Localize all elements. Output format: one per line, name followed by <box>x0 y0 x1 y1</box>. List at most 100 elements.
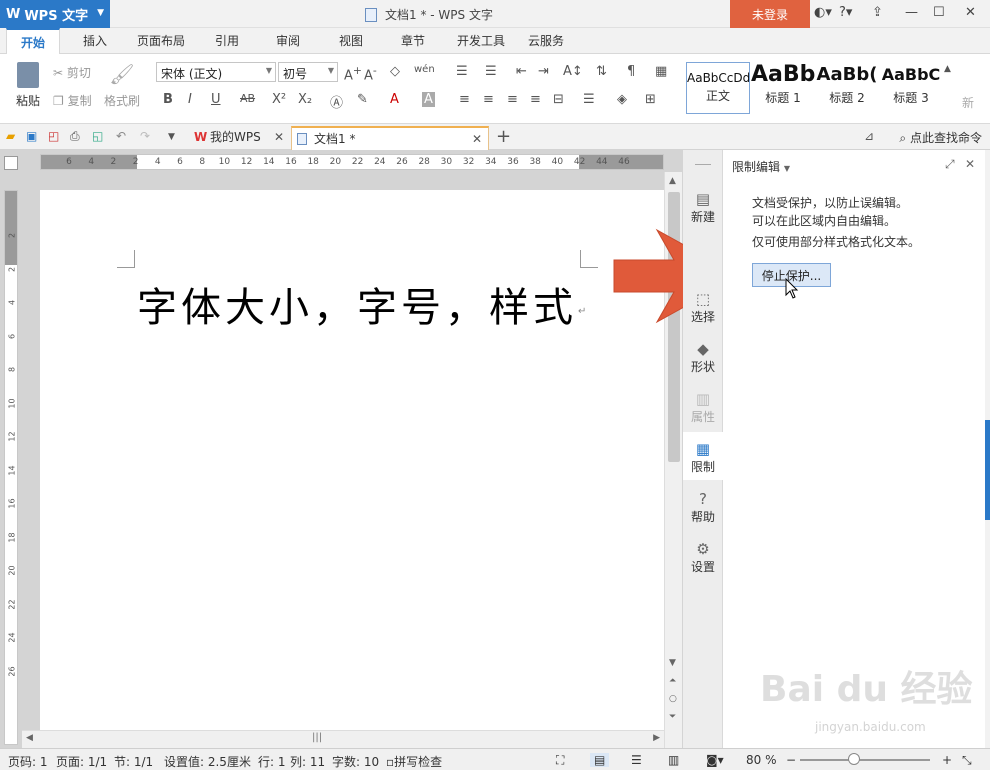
browse-object-icon[interactable]: ○ <box>669 694 677 704</box>
status-line[interactable]: 行: 1 <box>258 753 286 770</box>
sidebar-item-help[interactable]: ? 帮助 <box>683 490 723 525</box>
align-center-icon[interactable]: ≡ <box>483 92 494 107</box>
next-page-icon[interactable]: ⏷ <box>669 712 676 722</box>
style-heading-2[interactable]: AaBb( 标题 2 <box>815 62 879 114</box>
justify-icon[interactable]: ≡ <box>530 92 541 107</box>
grow-font-icon[interactable]: A+ <box>344 64 362 83</box>
format-painter-button[interactable]: 🖌 格式刷 <box>104 62 140 109</box>
status-section[interactable]: 节: 1/1 <box>114 753 153 770</box>
prev-page-icon[interactable]: ⏶ <box>669 676 676 686</box>
font-name-select[interactable]: 宋体 (正文) ▼ <box>156 62 276 82</box>
table-icon[interactable]: ▦ <box>655 64 667 79</box>
pin-icon[interactable]: ⊿ <box>864 129 874 143</box>
new-style-button[interactable]: 新 <box>962 94 974 111</box>
line-spacing-icon[interactable]: ☰ <box>583 92 595 107</box>
increase-indent-icon[interactable]: ⇥ <box>538 64 549 79</box>
zoom-slider[interactable] <box>800 759 930 761</box>
tab-chapter[interactable]: 章节 <box>390 28 436 54</box>
tab-my-wps[interactable]: W 我的WPS ✕ <box>188 126 290 150</box>
document-page[interactable] <box>40 190 664 748</box>
page-view-icon[interactable]: ▤ <box>590 753 610 767</box>
help-icon[interactable]: ?▾ <box>839 5 852 20</box>
paste-button[interactable]: 粘贴 <box>8 62 48 109</box>
status-column[interactable]: 列: 11 <box>290 753 325 770</box>
styles-scroll-icon[interactable]: ▲ <box>944 64 951 74</box>
style-heading-1[interactable]: AaBb 标题 1 <box>751 62 815 114</box>
maximize-icon[interactable]: ☐ <box>933 5 945 20</box>
undo-icon[interactable]: ↶ <box>116 129 126 143</box>
sidebar-item-property[interactable]: ▥ 属性 <box>683 390 723 425</box>
bold-icon[interactable]: B <box>163 92 173 107</box>
horizontal-ruler[interactable]: 6 4 2 2 4 6 8 10 12 14 16 18 20 22 24 26 28 30 32 34 36 38 40 4… <box>40 154 664 170</box>
horizontal-scrollbar[interactable]: ◀ ||| ▶ <box>22 730 664 748</box>
print-icon[interactable]: ⎙ <box>70 129 80 144</box>
tab-review[interactable]: 审阅 <box>265 28 311 54</box>
redo-icon[interactable]: ↷ <box>140 129 150 143</box>
highlight-icon[interactable]: ✎ <box>357 92 368 107</box>
tab-references[interactable]: 引用 <box>204 28 250 54</box>
command-search[interactable]: ⌕ 点此查找命令 <box>899 129 982 146</box>
align-right-icon[interactable]: ≡ <box>507 92 518 107</box>
tab-home[interactable]: 开始 <box>6 28 60 54</box>
sidebar-item-settings[interactable]: ⚙ 设置 <box>683 540 723 575</box>
skin-icon[interactable]: ◐▾ <box>814 5 832 20</box>
minimize-icon[interactable]: — <box>905 5 918 20</box>
shading-icon[interactable]: ◈ <box>617 92 627 107</box>
font-size-select[interactable]: 初号 ▼ <box>278 62 338 82</box>
outline-view-icon[interactable]: ☰ <box>631 753 642 767</box>
subscript-icon[interactable]: X₂ <box>298 92 312 107</box>
strikethrough-icon[interactable]: AB <box>240 92 255 105</box>
style-heading-3[interactable]: AaBbC 标题 3 <box>879 62 943 114</box>
font-color-icon[interactable]: A <box>390 92 399 107</box>
phonetic-icon[interactable]: wén <box>414 64 435 75</box>
web-view-icon[interactable]: ▥ <box>668 753 679 767</box>
text-direction-icon[interactable]: A↕ <box>563 64 583 79</box>
tab-document-1[interactable]: 文档1 * ✕ <box>291 126 489 150</box>
zoom-out-icon[interactable]: − <box>786 753 796 767</box>
new-tab-icon[interactable]: + <box>496 126 511 147</box>
sort-icon[interactable]: ⇅ <box>596 64 607 79</box>
paragraph-mark-icon[interactable]: ¶ <box>627 64 635 79</box>
undock-icon[interactable]: ⤢ <box>945 157 955 172</box>
spellcheck-toggle[interactable]: ▫拼写检查 <box>386 753 442 770</box>
reading-view-icon[interactable]: ◙▾ <box>706 753 724 767</box>
ruler-tab-selector[interactable] <box>4 156 18 170</box>
sidebar-item-shape[interactable]: ◆ 形状 <box>683 340 723 375</box>
pane-title[interactable]: 限制编辑 ▼ <box>732 158 790 175</box>
char-shading-icon[interactable]: A <box>422 92 435 107</box>
upload-icon[interactable]: ⇪ <box>872 5 883 20</box>
superscript-icon[interactable]: X² <box>272 92 286 107</box>
scroll-up-icon[interactable]: ▲ <box>669 176 676 186</box>
status-setting[interactable]: 设置值: 2.5厘米 <box>164 753 251 770</box>
underline-icon[interactable]: U <box>211 92 221 107</box>
pane-collapse-handle[interactable] <box>985 420 990 520</box>
print-preview-icon[interactable]: ◱ <box>92 129 103 143</box>
zoom-level[interactable]: 80 % <box>746 753 777 767</box>
scroll-right-icon[interactable]: ▶ <box>653 733 660 743</box>
shrink-font-icon[interactable]: A- <box>364 64 377 83</box>
open-folder-icon[interactable]: ▰ <box>6 129 15 143</box>
zoom-slider-thumb[interactable] <box>848 753 860 765</box>
save-icon[interactable]: ▣ <box>26 129 37 143</box>
chevron-down-icon[interactable]: ▼ <box>168 132 175 142</box>
login-button[interactable]: 未登录 <box>730 0 810 28</box>
scroll-left-icon[interactable]: ◀ <box>26 733 33 743</box>
text-effect-icon[interactable]: Ⓐ <box>330 92 343 111</box>
numbered-list-icon[interactable]: ☰ <box>485 64 497 79</box>
close-icon[interactable]: ✕ <box>965 157 975 171</box>
fullscreen-icon[interactable]: ⛶ <box>556 753 564 768</box>
document-text[interactable]: 字体大小，字号，样式 <box>137 275 577 333</box>
align-left-icon[interactable]: ≡ <box>459 92 470 107</box>
status-page[interactable]: 页面: 1/1 <box>56 753 107 770</box>
decrease-indent-icon[interactable]: ⇤ <box>516 64 527 79</box>
cut-button[interactable]: ✂ 剪切 <box>53 64 91 81</box>
app-menu-button[interactable]: W WPS 文字 ▼ <box>0 0 110 28</box>
close-icon[interactable]: ✕ <box>274 126 284 148</box>
tab-cloud[interactable]: 云服务 <box>520 28 572 54</box>
sidebar-item-restrict[interactable]: ▦ 限制 <box>683 432 723 480</box>
fit-page-icon[interactable]: ⤡ <box>962 753 972 768</box>
tab-view[interactable]: 视图 <box>328 28 374 54</box>
scroll-grip-icon[interactable]: ||| <box>312 732 322 743</box>
bullet-list-icon[interactable]: ☰ <box>456 64 468 79</box>
sidebar-item-select[interactable]: ⬚ 选择 <box>683 290 723 325</box>
